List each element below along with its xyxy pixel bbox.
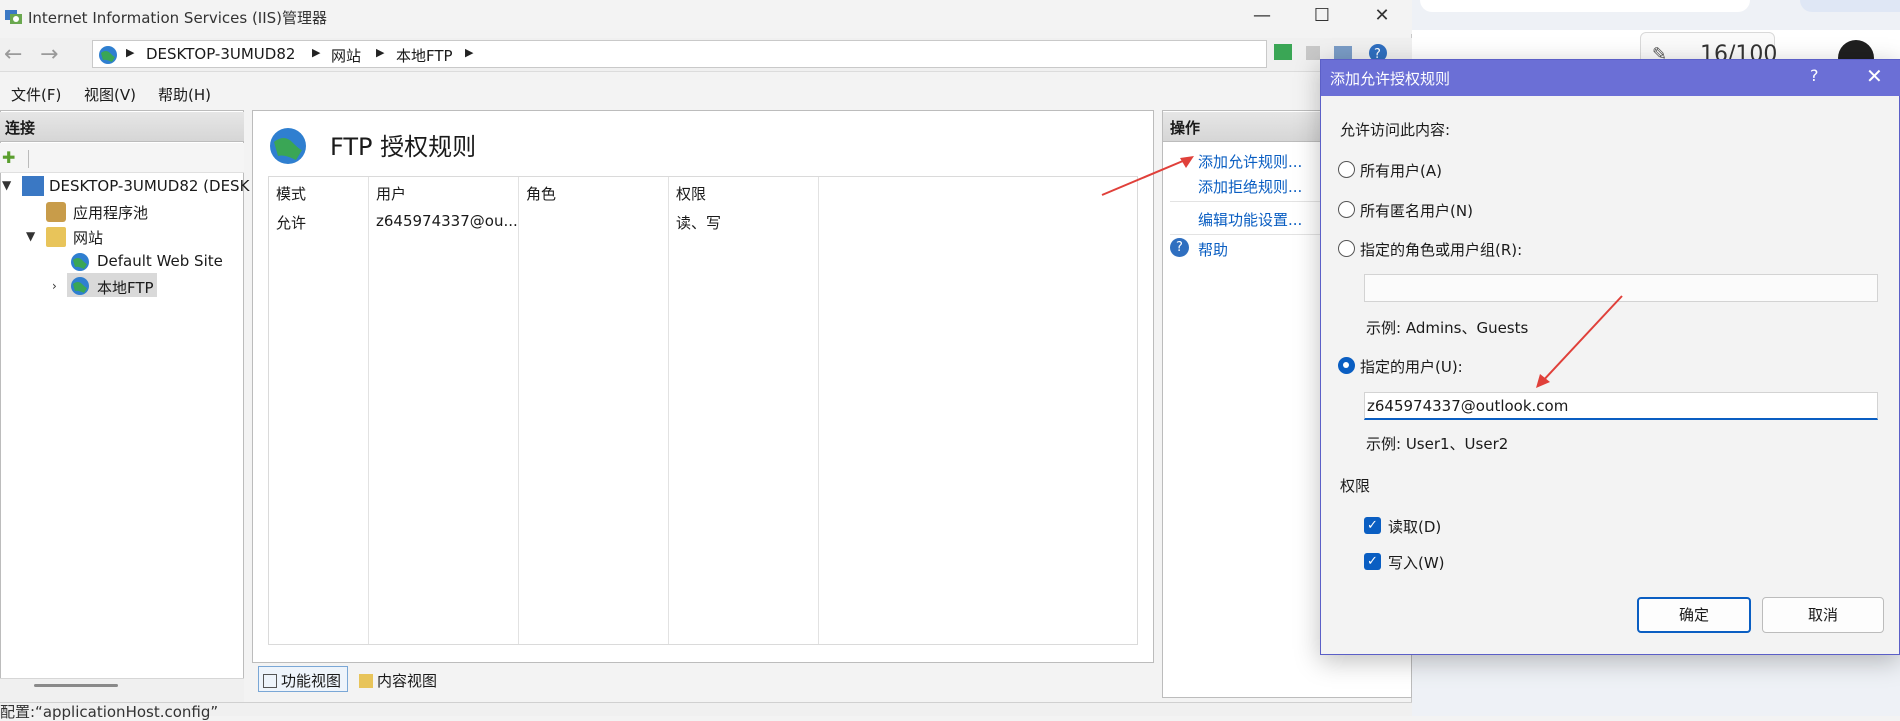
menu-view[interactable]: 视图(V) (84, 84, 136, 105)
label-all-users[interactable]: 所有用户(A) (1360, 160, 1442, 181)
back-arrow-icon[interactable]: ← (4, 42, 22, 67)
cell-user[interactable]: z645974337@ou... (376, 212, 518, 230)
breadcrumb-server[interactable]: DESKTOP-3UMUD82 (146, 45, 295, 63)
column-header-user[interactable]: 用户 (376, 183, 406, 204)
radio-specific-users[interactable] (1338, 357, 1355, 374)
tree-server[interactable]: DESKTOP-3UMUD82 (DESK (49, 177, 249, 195)
tab-features-label: 功能视图 (281, 672, 342, 690)
cancel-button[interactable]: 取消 (1762, 597, 1884, 633)
connections-toolbar (0, 143, 244, 173)
toolbar-divider (28, 150, 29, 168)
help-icon: ? (1170, 238, 1189, 257)
add-allow-rule-link[interactable]: 添加允许规则... (1198, 151, 1302, 172)
connections-header (0, 112, 244, 142)
label-roles[interactable]: 指定的角色或用户组(R): (1360, 239, 1522, 260)
users-input[interactable]: z645974337@outlook.com (1364, 392, 1878, 420)
globe-icon (270, 128, 306, 164)
iis-app-icon (5, 10, 22, 24)
label-anonymous-users[interactable]: 所有匿名用户(N) (1360, 200, 1473, 221)
dialog-intro: 允许访问此内容: (1340, 121, 1451, 139)
radio-all-users[interactable] (1338, 161, 1355, 178)
forward-arrow-icon[interactable]: → (40, 42, 58, 67)
breadcrumb-separator-icon: ▶ (312, 46, 321, 59)
chevron-down-icon[interactable]: ▼ (2, 178, 11, 192)
content-view-icon (359, 674, 373, 688)
column-header-role[interactable]: 角色 (526, 183, 556, 204)
edit-feature-settings-link[interactable]: 编辑功能设置... (1198, 209, 1302, 230)
server-icon (22, 176, 44, 196)
tree-default-site[interactable]: Default Web Site (97, 252, 223, 270)
horizontal-scrollbar[interactable] (34, 684, 118, 687)
background-tab (1420, 0, 1750, 12)
arrow-annotation-icon (1536, 295, 1623, 388)
sites-folder-icon (46, 227, 66, 247)
connect-icon[interactable]: ✚ (2, 148, 15, 167)
help-link[interactable]: 帮助 (1198, 239, 1228, 260)
breadcrumb-separator-icon: ▶ (465, 46, 474, 59)
features-view-icon (263, 674, 277, 688)
cell-permission[interactable]: 读、写 (676, 212, 721, 233)
connections-pane (0, 110, 244, 702)
checkmark-icon: ✓ (1367, 554, 1378, 569)
users-example: 示例: User1、User2 (1366, 435, 1509, 453)
column-divider (368, 177, 369, 644)
connections-scroll-area (0, 678, 244, 702)
close-icon[interactable]: ✕ (1352, 0, 1412, 34)
label-write[interactable]: 写入(W) (1388, 552, 1445, 573)
users-input-value: z645974337@outlook.com (1367, 397, 1569, 415)
permissions-label: 权限 (1340, 477, 1371, 495)
cell-mode[interactable]: 允许 (276, 212, 306, 233)
chevron-right-icon[interactable]: › (52, 279, 57, 293)
ok-button[interactable]: 确定 (1637, 597, 1751, 633)
globe-icon (71, 277, 89, 295)
tab-features-view[interactable]: 功能视图 (258, 666, 349, 692)
read-checkbox[interactable]: ✓ (1364, 517, 1381, 534)
rules-table (268, 176, 1138, 645)
connections-title: 连接 (5, 119, 36, 137)
globe-icon (99, 46, 117, 64)
window-title: Internet Information Services (IIS)管理器 (28, 9, 328, 27)
dialog-close-icon[interactable]: ✕ (1866, 64, 1883, 88)
tree-sites[interactable]: 网站 (73, 227, 103, 248)
page-title: FTP 授权规则 (330, 133, 477, 161)
column-divider (668, 177, 669, 644)
breadcrumb-separator-icon: ▶ (126, 46, 135, 59)
minimize-icon[interactable]: — (1232, 0, 1292, 34)
column-header-mode[interactable]: 模式 (276, 183, 306, 204)
chevron-down-icon[interactable]: ▼ (26, 229, 35, 243)
radio-roles[interactable] (1338, 240, 1355, 257)
background-tab (1800, 0, 1900, 12)
roles-example: 示例: Admins、Guests (1366, 319, 1529, 337)
maximize-icon[interactable]: ☐ (1292, 0, 1352, 34)
menu-help[interactable]: 帮助(H) (158, 84, 211, 105)
arrow-annotation-icon (1101, 156, 1194, 196)
breadcrumb-separator-icon: ▶ (376, 46, 385, 59)
radio-anonymous-users[interactable] (1338, 201, 1355, 218)
actions-title: 操作 (1170, 119, 1201, 137)
label-read[interactable]: 读取(D) (1388, 516, 1441, 537)
column-divider (518, 177, 519, 644)
app-pool-icon (46, 202, 66, 222)
add-deny-rule-link[interactable]: 添加拒绝规则... (1198, 176, 1302, 197)
dialog-title: 添加允许授权规则 (1330, 70, 1451, 88)
column-divider (818, 177, 819, 644)
status-text: 配置:“applicationHost.config” (0, 703, 219, 721)
write-checkbox[interactable]: ✓ (1364, 553, 1381, 570)
column-header-permission[interactable]: 权限 (676, 183, 706, 204)
checkmark-icon: ✓ (1367, 518, 1378, 533)
tab-content-view[interactable]: 内容视图 (354, 666, 444, 692)
menu-file[interactable]: 文件(F) (11, 84, 61, 105)
globe-icon (71, 253, 89, 271)
breadcrumb-ftp[interactable]: 本地FTP (396, 45, 453, 66)
label-specific-users[interactable]: 指定的用户(U): (1360, 356, 1463, 377)
tree-app-pools[interactable]: 应用程序池 (73, 202, 148, 223)
tab-content-label: 内容视图 (377, 672, 438, 690)
dialog-help-icon[interactable]: ? (1810, 66, 1819, 85)
tree-ftp-site[interactable]: 本地FTP (97, 277, 154, 298)
breadcrumb-sites[interactable]: 网站 (331, 45, 361, 66)
